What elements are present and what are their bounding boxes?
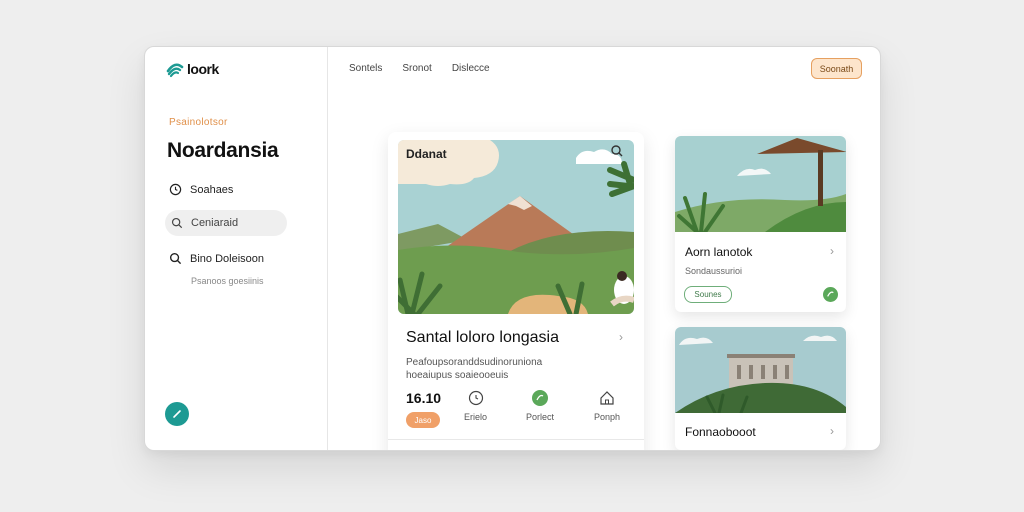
logo[interactable]: loork xyxy=(165,59,219,79)
nav-link-sontels[interactable]: Sontels xyxy=(349,63,382,74)
sidebar: loork Psainolotsor Noardansia Soahaes Ce… xyxy=(145,47,328,450)
logo-text: loork xyxy=(187,61,219,77)
sidebar-item-label: Bino Doleisoon xyxy=(190,252,264,265)
featured-card[interactable]: Ddanat Santal loloro longasia › Peafoups… xyxy=(388,132,644,450)
sidebar-item-label: Soahaes xyxy=(190,183,234,196)
top-nav: Sontels Sronot Dislecce xyxy=(349,63,490,74)
cta-button[interactable]: Soonath xyxy=(811,58,862,79)
sidebar-eyebrow: Psainolotsor xyxy=(169,117,228,128)
sidebar-item-soahaes[interactable]: Soahaes xyxy=(169,183,233,196)
sidebar-item-bino-doleisoon[interactable]: Bino Doleisoon xyxy=(169,252,264,265)
image-caption: Ddanat xyxy=(406,147,447,161)
chevron-right-icon[interactable]: › xyxy=(830,424,834,438)
sidebar-item-sublabel: Psanoos goesiinis xyxy=(191,276,264,286)
edit-button[interactable] xyxy=(165,402,189,426)
search-icon xyxy=(171,217,183,229)
leaf-icon xyxy=(532,390,548,406)
side-card-subtitle: Sondaussurioi xyxy=(685,266,743,276)
chevron-right-icon[interactable]: › xyxy=(830,244,834,258)
side-card-image xyxy=(675,327,846,415)
stat-label: Porlect xyxy=(526,412,555,422)
app-window: loork Psainolotsor Noardansia Soahaes Ce… xyxy=(144,46,881,451)
pencil-icon xyxy=(173,410,181,418)
stat-ponph[interactable]: Ponph xyxy=(594,390,620,422)
side-card[interactable]: Aorn lanotok › Sondaussurioi Sounes xyxy=(675,136,846,312)
side-card[interactable]: Fonnaobooot › xyxy=(675,327,846,450)
nav-link-dislecce[interactable]: Dislecce xyxy=(452,63,490,74)
stat-porlect[interactable]: Porlect xyxy=(526,390,554,422)
page-title: Noardansia xyxy=(167,139,279,162)
side-card-image xyxy=(675,136,846,234)
stat-label: Erielo xyxy=(464,412,488,422)
search-icon[interactable] xyxy=(610,144,624,158)
home-icon xyxy=(600,391,614,405)
clock-icon xyxy=(468,390,483,406)
clock-icon xyxy=(169,183,182,196)
card-title: Santal loloro longasia xyxy=(406,329,559,346)
search-icon xyxy=(169,252,182,265)
logo-icon xyxy=(166,63,184,78)
side-card-title: Fonnaobooot xyxy=(685,425,756,439)
stat-label: Ponph xyxy=(594,412,621,422)
card-description: Peafoupsoranddsudinoruniona hoeaiupus so… xyxy=(406,357,543,381)
chevron-right-icon[interactable]: › xyxy=(619,330,623,344)
price: 16.10 xyxy=(406,390,442,406)
leaf-icon[interactable] xyxy=(823,287,838,302)
divider xyxy=(388,439,644,440)
side-card-title: Aorn lanotok xyxy=(685,245,753,259)
nav-link-sronot[interactable]: Sronot xyxy=(402,63,431,74)
stat-erielo[interactable]: Erielo xyxy=(464,390,487,422)
sidebar-item-label: Ceniaraid xyxy=(191,217,239,229)
sidebar-item-ceniaraid[interactable]: Ceniaraid xyxy=(165,210,287,236)
status-badge[interactable]: Jaso xyxy=(406,412,440,428)
featured-card-image xyxy=(398,140,634,314)
side-card-pill[interactable]: Sounes xyxy=(684,286,732,303)
